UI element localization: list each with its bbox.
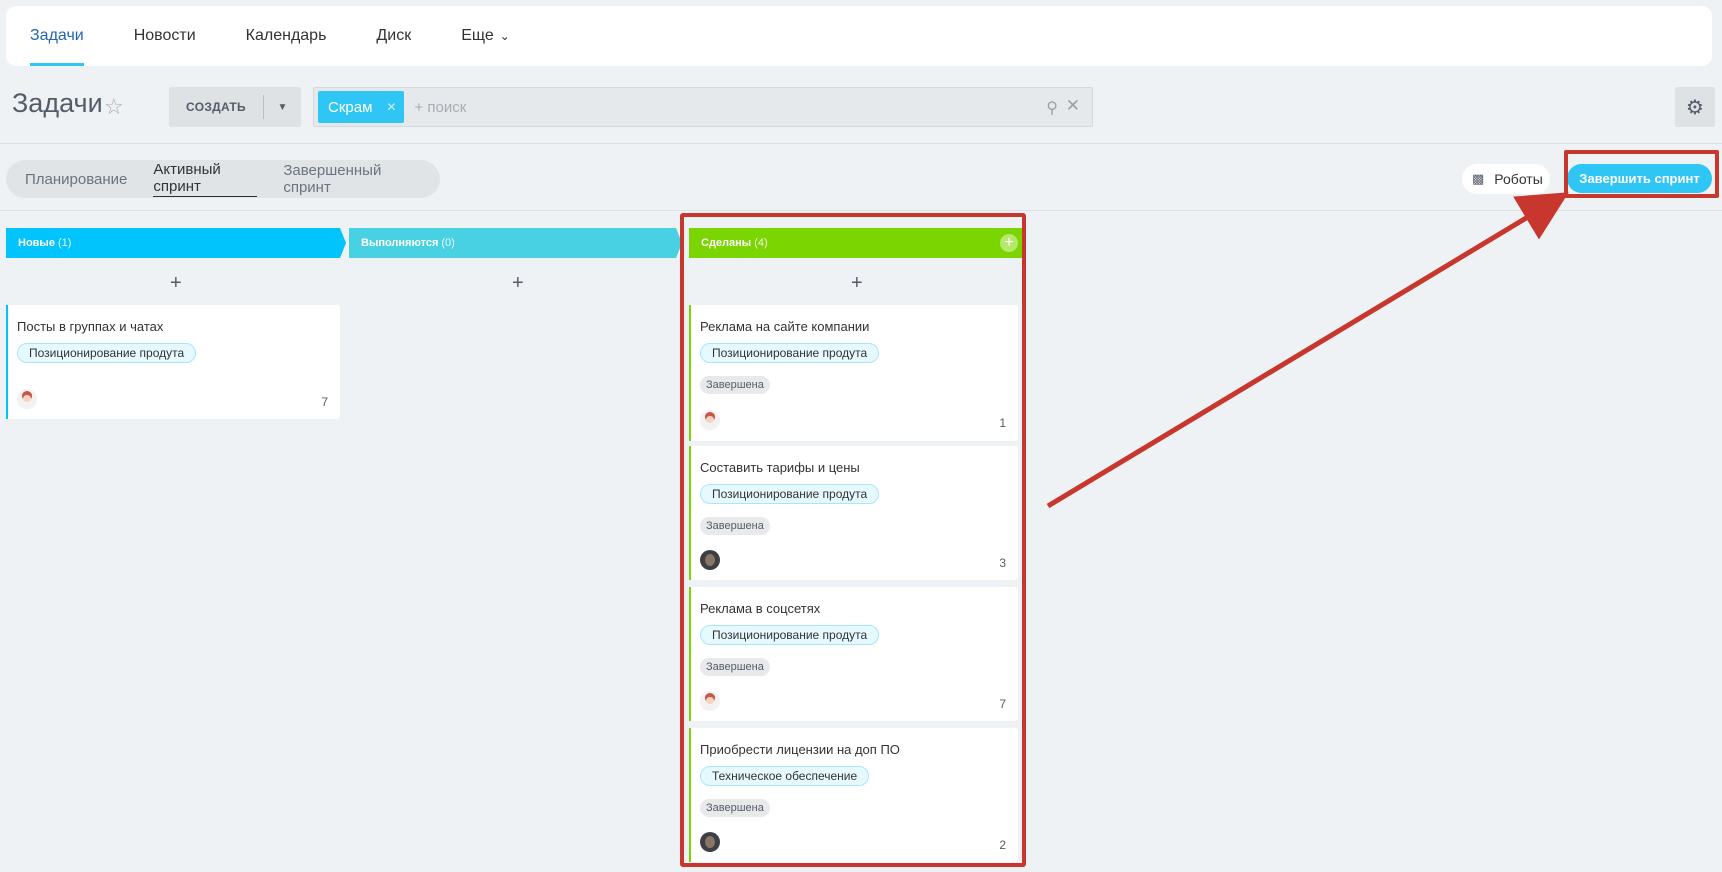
annotation-arrow bbox=[1046, 192, 1569, 509]
